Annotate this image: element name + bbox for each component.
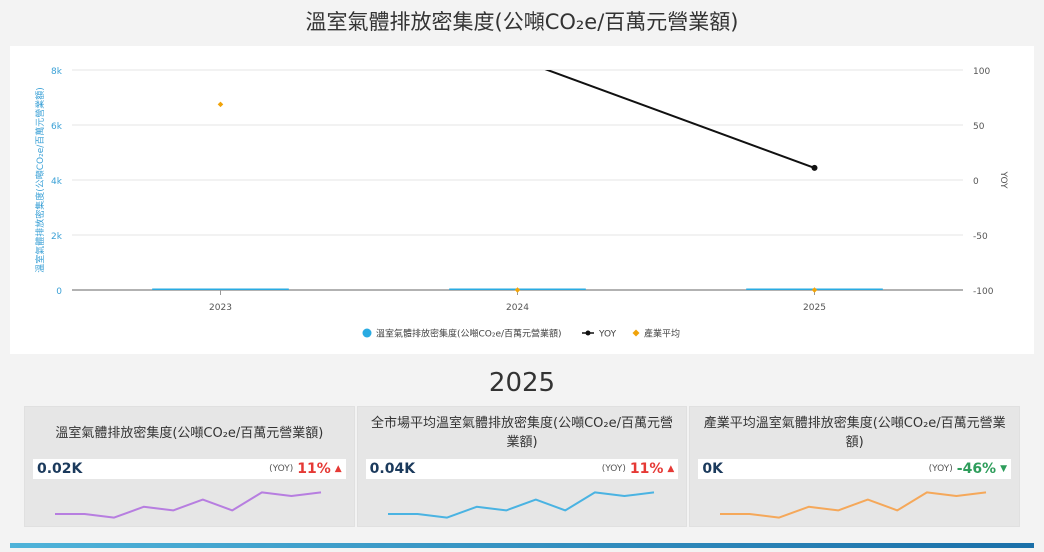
x-tick-label: 2023 [209, 303, 232, 313]
kpi-yoy: (YOY) -46% ▼ [929, 461, 1007, 477]
y-axis-title: 溫室氣體排放密集度(公噸CO₂e/百萬元營業額) [34, 87, 46, 273]
y2-tick-label: 0 [973, 177, 979, 187]
legend-bar-icon [362, 328, 372, 338]
yoy-point [811, 164, 818, 171]
sparkline [55, 491, 322, 519]
y2-axis-title: YOY [998, 170, 1008, 189]
y-tick-label: 4k [51, 177, 63, 187]
sparkline [720, 491, 987, 519]
main-chart-card: 0 2k 4k 6k 8k -100 -50 0 50 100 2023 2024 2025 溫室氣體排放… [10, 46, 1034, 354]
legend-diamond-icon [632, 329, 640, 337]
x-tick-label: 2024 [506, 303, 529, 313]
y-tick-label: 2k [51, 232, 63, 242]
y-tick-label: 8k [51, 67, 63, 77]
legend-yoy-dot-icon [585, 330, 591, 336]
sparkline-chart [720, 491, 987, 519]
yoy-value: -46% [956, 461, 997, 477]
legend-label: YOY [598, 330, 617, 340]
arrow-up-icon: ▲ [334, 464, 342, 474]
yoy-value: 11% [297, 461, 331, 477]
main-chart: 0 2k 4k 6k 8k -100 -50 0 50 100 2023 2024 2025 溫室氣體排放… [34, 67, 1008, 340]
kpi-title: 溫室氣體排放密集度(公噸CO₂e/百萬元營業額) [55, 425, 324, 441]
yoy-line [544, 70, 815, 169]
yoy-tag: (YOY) [928, 464, 953, 474]
kpi-title: 產業平均溫室氣體排放密集度(公噸CO₂e/百萬元營業額) [703, 416, 1006, 450]
y-tick-label: 6k [51, 122, 63, 132]
kpi-title: 全市場平均溫室氣體排放密集度(公噸CO₂e/百萬元營業額) [371, 416, 673, 450]
kpi-yoy: (YOY) 11% ▲ [602, 461, 675, 477]
legend-label: 溫室氣體排放密集度(公噸CO₂e/百萬元營業額) [376, 328, 562, 340]
sparkline-chart [55, 491, 322, 519]
x-tick-label: 2025 [803, 303, 826, 313]
page-title: 溫室氣體排放密集度(公噸CO₂e/百萬元營業額) [305, 10, 739, 34]
industry-average-point [811, 287, 818, 293]
y2-tick-label: 50 [973, 122, 985, 132]
industry-average-point [217, 101, 224, 108]
y2-tick-label: -100 [973, 287, 994, 297]
y-tick-label: 0 [56, 287, 62, 297]
kpi-card-company: 溫室氣體排放密集度(公噸CO₂e/百萬元營業額) 0.02K (YOY) 11%… [24, 406, 355, 527]
sparkline-chart [387, 491, 654, 519]
kpi-value-bar: 0.04K (YOY) 11% ▲ [365, 459, 679, 479]
kpi-card-market: 全市場平均溫室氣體排放密集度(公噸CO₂e/百萬元營業額) 0.04K (YOY… [356, 406, 688, 527]
kpi-value: 0K [702, 461, 723, 477]
industry-average-point [514, 287, 521, 293]
kpi-card-industry: 產業平均溫室氣體排放密集度(公噸CO₂e/百萬元營業額) 0K (YOY) -4… [689, 406, 1021, 527]
bottom-accent-bar [10, 543, 1034, 548]
kpi-value-bar: 0.02K (YOY) 11% ▲ [33, 459, 346, 479]
yoy-value: 11% [629, 461, 664, 477]
y2-tick-label: 100 [973, 67, 990, 77]
legend-label: 產業平均 [644, 328, 680, 340]
kpi-value: 0.02K [37, 461, 83, 477]
kpi-value: 0.04K [369, 461, 416, 477]
sparkline [387, 491, 654, 519]
kpi-value-bar: 0K (YOY) -46% ▼ [698, 459, 1012, 479]
y2-tick-label: -50 [973, 232, 988, 242]
bar [152, 288, 289, 290]
kpi-row: 溫室氣體排放密集度(公噸CO₂e/百萬元營業額) 0.02K (YOY) 11%… [24, 406, 1021, 527]
yoy-tag: (YOY) [269, 464, 294, 474]
year-heading: 2025 [488, 368, 556, 398]
arrow-up-icon: ▲ [667, 464, 675, 474]
kpi-yoy: (YOY) 11% ▲ [269, 461, 342, 477]
yoy-tag: (YOY) [601, 464, 626, 474]
arrow-down-icon: ▼ [1000, 464, 1008, 474]
